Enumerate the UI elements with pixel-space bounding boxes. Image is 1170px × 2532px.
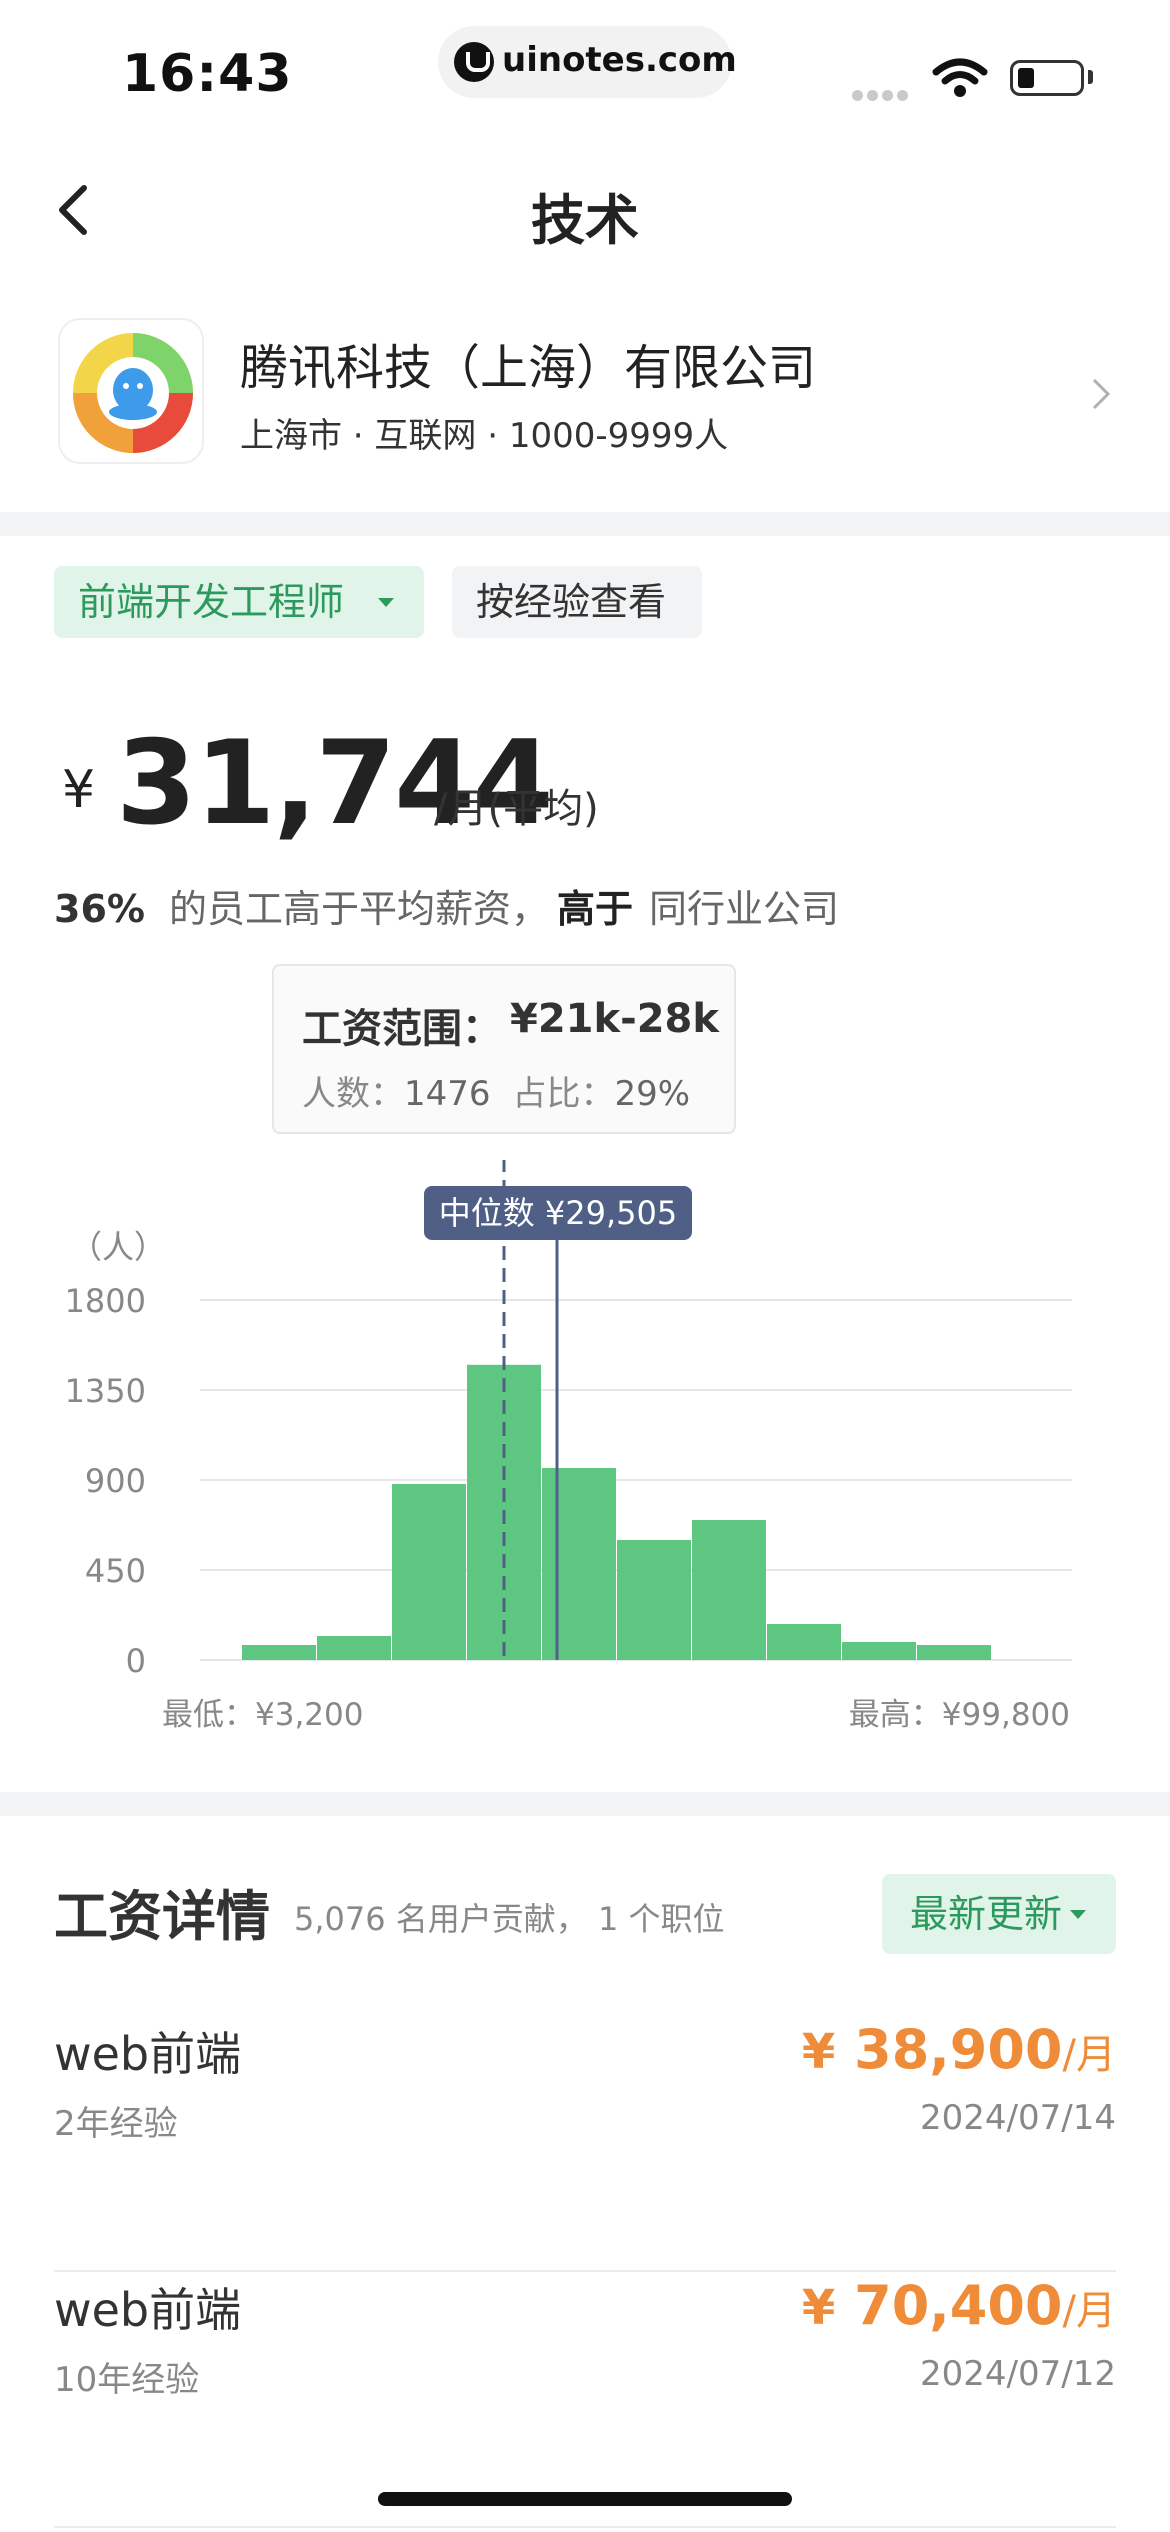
- entry-divider: [54, 2270, 1116, 2272]
- entry-amount: 70,400: [854, 2274, 1063, 2337]
- entry-experience: 10年经验: [54, 2360, 200, 2400]
- entry-title: web前端: [54, 2283, 242, 2337]
- wifi-icon: [932, 58, 988, 97]
- home-indicator[interactable]: [378, 2492, 792, 2506]
- experience-filter-button[interactable]: 按经验查看: [452, 566, 702, 638]
- salary-entry[interactable]: web前端 2年经验 ¥ 38,900/月 2024/07/14: [54, 2018, 1116, 2272]
- tencent-news-logo-icon: [73, 333, 193, 453]
- entry-unit: /月: [1062, 2288, 1116, 2334]
- caret-down-icon: [378, 598, 394, 607]
- entry-salary: ¥ 38,900/月: [802, 2018, 1116, 2081]
- percent-above-average: 36%: [54, 887, 145, 931]
- entry-divider: [54, 2526, 1116, 2528]
- histogram-bar: [917, 1645, 991, 1660]
- salary-entry[interactable]: web前端 10年经验 ¥ 70,400/月 2024/07/12: [54, 2274, 1116, 2528]
- entry-currency: ¥: [801, 2024, 836, 2080]
- nav-bar: 技术: [0, 150, 1170, 270]
- tooltip-count-value: 1476: [404, 1074, 491, 1114]
- sort-label: 最新更新: [910, 1892, 1063, 1936]
- entry-salary: ¥ 70,400/月: [802, 2274, 1116, 2337]
- details-title: 工资详情: [54, 1885, 270, 1948]
- max-salary-label: 最高：¥99,800: [849, 1697, 1070, 1733]
- currency-symbol: ¥: [62, 760, 96, 820]
- job-filter-dropdown[interactable]: 前端开发工程师: [54, 566, 424, 638]
- section-divider: [0, 512, 1170, 536]
- details-meta: 5,076 名用户贡献， 1 个职位: [294, 1900, 725, 1938]
- job-filter-label: 前端开发工程师: [78, 580, 345, 624]
- average-salary-unit: /月(平均): [434, 786, 599, 832]
- experience-filter-label: 按经验查看: [476, 580, 667, 624]
- chart-tooltip: 工资范围： ¥21k-28k 人数：1476 占比：29%: [272, 964, 736, 1134]
- histogram-bar: [692, 1520, 766, 1660]
- tooltip-range-value: ¥21k-28k: [510, 996, 719, 1042]
- min-salary-label: 最低：¥3,200: [162, 1697, 363, 1733]
- salary-comparison: 36% 的员工高于平均薪资， 高于 同行业公司: [54, 878, 839, 933]
- salary-distribution-chart[interactable]: （人） 1800 1350 900 450 0 中位数 ¥29,505 最低：¥3,200 最高…: [0, 1160, 1170, 1740]
- peer-text: 同行业公司: [649, 887, 840, 931]
- tooltip-stats: 人数：1476 占比：29%: [302, 1066, 712, 1115]
- y-tick-label: 1800: [65, 1282, 146, 1320]
- stat-text: 的员工高于平均薪资，: [168, 887, 549, 931]
- entry-amount: 38,900: [854, 2018, 1063, 2081]
- y-tick-label: 900: [85, 1462, 146, 1500]
- caret-down-icon: [1070, 1910, 1086, 1919]
- sort-dropdown[interactable]: 最新更新: [882, 1874, 1116, 1954]
- y-tick-label: 450: [85, 1552, 146, 1590]
- entry-experience: 2年经验: [54, 2104, 178, 2144]
- y-axis-label: （人）: [70, 1228, 166, 1266]
- url-pill[interactable]: uinotes.com: [438, 26, 737, 98]
- company-logo: [58, 318, 204, 464]
- url-text: uinotes.com: [502, 40, 737, 80]
- battery-icon: [1010, 60, 1084, 96]
- y-tick-label: 1350: [65, 1372, 146, 1410]
- page-title: 技术: [531, 189, 639, 252]
- histogram-bar: [542, 1468, 616, 1660]
- site-logo-icon: [454, 42, 494, 82]
- tooltip-share-value: 29%: [614, 1074, 691, 1114]
- median-label: 中位数 ¥29,505: [439, 1194, 678, 1232]
- histogram-bar: [842, 1642, 916, 1660]
- cellular-signal-icon: [852, 86, 912, 105]
- histogram-bar: [242, 1645, 316, 1660]
- entry-unit: /月: [1062, 2032, 1116, 2078]
- entry-title: web前端: [54, 2027, 242, 2081]
- histogram-bar: [317, 1636, 391, 1660]
- status-bar: 16:43 uinotes.com: [0, 0, 1170, 130]
- histogram-bar: [767, 1624, 841, 1660]
- battery-tip: [1088, 70, 1093, 84]
- histogram-bar: [617, 1540, 691, 1660]
- higher-label: 高于: [556, 887, 633, 931]
- tooltip-count-label: 人数：: [302, 1074, 404, 1114]
- company-name: 腾讯科技（上海）有限公司: [240, 340, 817, 396]
- tooltip-range-label: 工资范围：: [302, 1006, 502, 1052]
- entry-date: 2024/07/12: [920, 2354, 1116, 2394]
- y-tick-label: 0: [126, 1642, 146, 1680]
- section-divider: [0, 1792, 1170, 1816]
- status-time: 16:43: [122, 44, 293, 104]
- entry-date: 2024/07/14: [920, 2098, 1116, 2138]
- entry-currency: ¥: [801, 2280, 836, 2336]
- histogram-bar: [392, 1484, 466, 1660]
- company-meta: 上海市 · 互联网 · 1000-9999人: [240, 416, 729, 456]
- company-header[interactable]: 腾讯科技（上海）有限公司 上海市 · 互联网 · 1000-9999人: [0, 300, 1170, 510]
- chevron-right-icon: [1092, 378, 1111, 410]
- tooltip-share-label: 占比：: [512, 1074, 615, 1114]
